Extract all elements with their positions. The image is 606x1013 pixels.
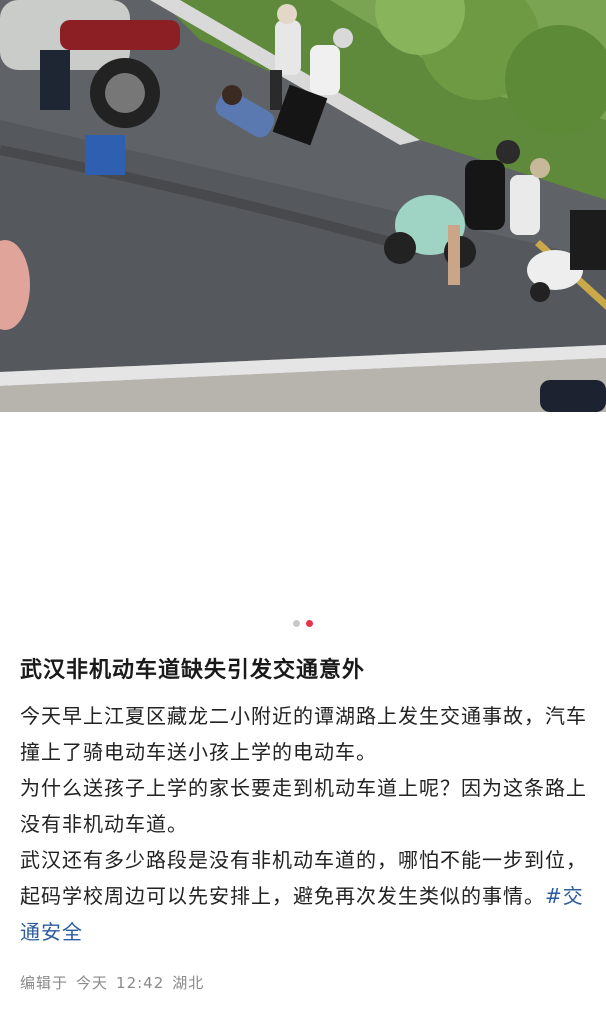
post-body: 今天早上江夏区藏龙二小附近的谭湖路上发生交通事故，汽车撞上了骑电动车送小孩上学的… <box>20 698 592 950</box>
post-paragraph: 为什么送孩子上学的家长要走到机动车道上呢？因为这条路上没有非机动车道。 <box>20 776 587 836</box>
post-title: 武汉非机动车道缺失引发交通意外 <box>20 658 366 683</box>
carousel-dot-1[interactable] <box>293 620 300 627</box>
post-image[interactable] <box>0 0 606 412</box>
post-paragraph: 武汉还有多少路段是没有非机动车道的，哪怕不能一步到位，起码学校周边可以先安排上，… <box>20 842 592 950</box>
edited-label: 编辑于 <box>20 974 69 992</box>
carousel-dot-2-active[interactable] <box>306 620 313 627</box>
accident-scene-photo <box>0 0 606 412</box>
edited-time: 12:42 <box>116 974 165 992</box>
post-paragraph: 今天早上江夏区藏龙二小附近的谭湖路上发生交通事故，汽车撞上了骑电动车送小孩上学的… <box>20 704 587 764</box>
post-paragraph-text: 武汉还有多少路段是没有非机动车道的，哪怕不能一步到位，起码学校周边可以先安排上，… <box>20 848 587 908</box>
edited-day: 今天 <box>76 974 109 992</box>
carousel-indicator <box>0 620 606 627</box>
post-location: 湖北 <box>172 974 205 992</box>
post-meta: 编辑于 今天 12:42 湖北 <box>20 972 212 993</box>
